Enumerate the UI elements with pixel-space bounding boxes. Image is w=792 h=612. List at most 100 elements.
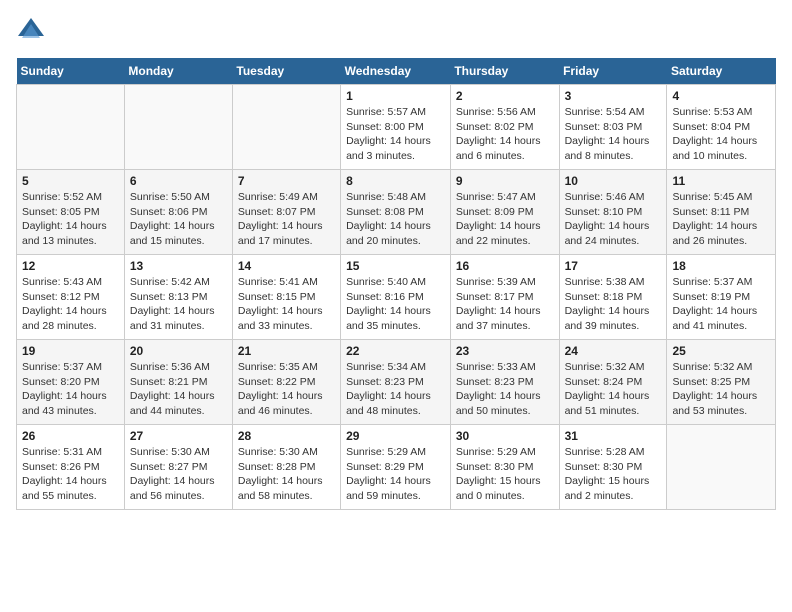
logo-icon <box>16 16 46 46</box>
day-info: Sunrise: 5:52 AM Sunset: 8:05 PM Dayligh… <box>22 190 119 249</box>
calendar-cell <box>124 85 232 170</box>
day-info: Sunrise: 5:49 AM Sunset: 8:07 PM Dayligh… <box>238 190 335 249</box>
calendar-cell: 4 Sunrise: 5:53 AM Sunset: 8:04 PM Daylig… <box>667 85 776 170</box>
day-number: 23 <box>456 344 554 358</box>
day-info: Sunrise: 5:42 AM Sunset: 8:13 PM Dayligh… <box>130 275 227 334</box>
day-info: Sunrise: 5:37 AM Sunset: 8:20 PM Dayligh… <box>22 360 119 419</box>
day-number: 17 <box>565 259 662 273</box>
day-info: Sunrise: 5:30 AM Sunset: 8:27 PM Dayligh… <box>130 445 227 504</box>
day-number: 27 <box>130 429 227 443</box>
day-number: 28 <box>238 429 335 443</box>
calendar-cell: 22 Sunrise: 5:34 AM Sunset: 8:23 PM Dayli… <box>341 340 451 425</box>
calendar-cell: 9Sunrise: 5:47 AM Sunset: 8:09 PM Daylig… <box>450 170 559 255</box>
calendar-header-sunday: Sunday <box>17 58 125 85</box>
day-number: 9 <box>456 174 554 188</box>
calendar-cell <box>17 85 125 170</box>
calendar-cell: 13Sunrise: 5:42 AM Sunset: 8:13 PM Dayli… <box>124 255 232 340</box>
calendar-cell: 23 Sunrise: 5:33 AM Sunset: 8:23 PM Dayli… <box>450 340 559 425</box>
day-info: Sunrise: 5:50 AM Sunset: 8:06 PM Dayligh… <box>130 190 227 249</box>
day-info: Sunrise: 5:45 AM Sunset: 8:11 PM Dayligh… <box>672 190 770 249</box>
day-number: 16 <box>456 259 554 273</box>
day-info: Sunrise: 5:32 AM Sunset: 8:25 PM Dayligh… <box>672 360 770 419</box>
calendar-cell: 8 Sunrise: 5:48 AM Sunset: 8:08 PM Daylig… <box>341 170 451 255</box>
day-number: 31 <box>565 429 662 443</box>
day-number: 18 <box>672 259 770 273</box>
calendar-cell: 10 Sunrise: 5:46 AM Sunset: 8:10 PM Dayli… <box>559 170 667 255</box>
day-number: 20 <box>130 344 227 358</box>
calendar-cell: 11 Sunrise: 5:45 AM Sunset: 8:11 PM Dayli… <box>667 170 776 255</box>
day-number: 19 <box>22 344 119 358</box>
calendar-week-row: 19 Sunrise: 5:37 AM Sunset: 8:20 PM Dayli… <box>17 340 776 425</box>
day-info: Sunrise: 5:29 AM Sunset: 8:29 PM Dayligh… <box>346 445 445 504</box>
day-number: 3 <box>565 89 662 103</box>
day-info: Sunrise: 5:48 AM Sunset: 8:08 PM Dayligh… <box>346 190 445 249</box>
calendar-cell: 25Sunrise: 5:32 AM Sunset: 8:25 PM Dayli… <box>667 340 776 425</box>
day-number: 22 <box>346 344 445 358</box>
calendar-table: SundayMondayTuesdayWednesdayThursdayFrid… <box>16 58 776 510</box>
calendar-cell: 1 Sunrise: 5:57 AM Sunset: 8:00 PM Daylig… <box>341 85 451 170</box>
day-number: 8 <box>346 174 445 188</box>
calendar-header-row: SundayMondayTuesdayWednesdayThursdayFrid… <box>17 58 776 85</box>
day-number: 4 <box>672 89 770 103</box>
day-info: Sunrise: 5:32 AM Sunset: 8:24 PM Dayligh… <box>565 360 662 419</box>
calendar-cell: 2 Sunrise: 5:56 AM Sunset: 8:02 PM Daylig… <box>450 85 559 170</box>
day-number: 29 <box>346 429 445 443</box>
day-info: Sunrise: 5:46 AM Sunset: 8:10 PM Dayligh… <box>565 190 662 249</box>
day-number: 10 <box>565 174 662 188</box>
day-info: Sunrise: 5:54 AM Sunset: 8:03 PM Dayligh… <box>565 105 662 164</box>
calendar-cell: 16 Sunrise: 5:39 AM Sunset: 8:17 PM Dayli… <box>450 255 559 340</box>
calendar-cell <box>232 85 340 170</box>
calendar-cell: 29 Sunrise: 5:29 AM Sunset: 8:29 PM Dayli… <box>341 425 451 510</box>
calendar-week-row: 1 Sunrise: 5:57 AM Sunset: 8:00 PM Daylig… <box>17 85 776 170</box>
day-number: 14 <box>238 259 335 273</box>
day-info: Sunrise: 5:53 AM Sunset: 8:04 PM Dayligh… <box>672 105 770 164</box>
day-number: 30 <box>456 429 554 443</box>
calendar-cell: 30 Sunrise: 5:29 AM Sunset: 8:30 PM Dayli… <box>450 425 559 510</box>
day-info: Sunrise: 5:41 AM Sunset: 8:15 PM Dayligh… <box>238 275 335 334</box>
day-info: Sunrise: 5:56 AM Sunset: 8:02 PM Dayligh… <box>456 105 554 164</box>
calendar-cell: 14 Sunrise: 5:41 AM Sunset: 8:15 PM Dayli… <box>232 255 340 340</box>
calendar-cell: 28 Sunrise: 5:30 AM Sunset: 8:28 PM Dayli… <box>232 425 340 510</box>
calendar-cell: 26 Sunrise: 5:31 AM Sunset: 8:26 PM Dayli… <box>17 425 125 510</box>
day-info: Sunrise: 5:31 AM Sunset: 8:26 PM Dayligh… <box>22 445 119 504</box>
calendar-cell <box>667 425 776 510</box>
calendar-cell: 27 Sunrise: 5:30 AM Sunset: 8:27 PM Dayli… <box>124 425 232 510</box>
day-info: Sunrise: 5:30 AM Sunset: 8:28 PM Dayligh… <box>238 445 335 504</box>
calendar-header-tuesday: Tuesday <box>232 58 340 85</box>
day-number: 15 <box>346 259 445 273</box>
calendar-cell: 18 Sunrise: 5:37 AM Sunset: 8:19 PM Dayli… <box>667 255 776 340</box>
calendar-week-row: 12Sunrise: 5:43 AM Sunset: 8:12 PM Dayli… <box>17 255 776 340</box>
calendar-week-row: 5 Sunrise: 5:52 AM Sunset: 8:05 PM Daylig… <box>17 170 776 255</box>
day-number: 1 <box>346 89 445 103</box>
day-info: Sunrise: 5:34 AM Sunset: 8:23 PM Dayligh… <box>346 360 445 419</box>
day-info: Sunrise: 5:36 AM Sunset: 8:21 PM Dayligh… <box>130 360 227 419</box>
calendar-cell: 15 Sunrise: 5:40 AM Sunset: 8:16 PM Dayli… <box>341 255 451 340</box>
calendar-cell: 24 Sunrise: 5:32 AM Sunset: 8:24 PM Dayli… <box>559 340 667 425</box>
calendar-cell: 17 Sunrise: 5:38 AM Sunset: 8:18 PM Dayli… <box>559 255 667 340</box>
day-info: Sunrise: 5:57 AM Sunset: 8:00 PM Dayligh… <box>346 105 445 164</box>
day-number: 5 <box>22 174 119 188</box>
day-number: 26 <box>22 429 119 443</box>
day-info: Sunrise: 5:28 AM Sunset: 8:30 PM Dayligh… <box>565 445 662 504</box>
calendar-cell: 31 Sunrise: 5:28 AM Sunset: 8:30 PM Dayli… <box>559 425 667 510</box>
calendar-header-thursday: Thursday <box>450 58 559 85</box>
calendar-cell: 5 Sunrise: 5:52 AM Sunset: 8:05 PM Daylig… <box>17 170 125 255</box>
calendar-cell: 3 Sunrise: 5:54 AM Sunset: 8:03 PM Daylig… <box>559 85 667 170</box>
day-number: 21 <box>238 344 335 358</box>
day-number: 6 <box>130 174 227 188</box>
day-info: Sunrise: 5:33 AM Sunset: 8:23 PM Dayligh… <box>456 360 554 419</box>
day-info: Sunrise: 5:38 AM Sunset: 8:18 PM Dayligh… <box>565 275 662 334</box>
calendar-week-row: 26 Sunrise: 5:31 AM Sunset: 8:26 PM Dayli… <box>17 425 776 510</box>
day-number: 11 <box>672 174 770 188</box>
calendar-header-saturday: Saturday <box>667 58 776 85</box>
day-info: Sunrise: 5:40 AM Sunset: 8:16 PM Dayligh… <box>346 275 445 334</box>
day-info: Sunrise: 5:39 AM Sunset: 8:17 PM Dayligh… <box>456 275 554 334</box>
calendar-cell: 19 Sunrise: 5:37 AM Sunset: 8:20 PM Dayli… <box>17 340 125 425</box>
logo <box>16 16 50 46</box>
day-info: Sunrise: 5:37 AM Sunset: 8:19 PM Dayligh… <box>672 275 770 334</box>
calendar-cell: 7Sunrise: 5:49 AM Sunset: 8:07 PM Daylig… <box>232 170 340 255</box>
calendar-header-friday: Friday <box>559 58 667 85</box>
day-number: 2 <box>456 89 554 103</box>
day-number: 24 <box>565 344 662 358</box>
day-info: Sunrise: 5:29 AM Sunset: 8:30 PM Dayligh… <box>456 445 554 504</box>
